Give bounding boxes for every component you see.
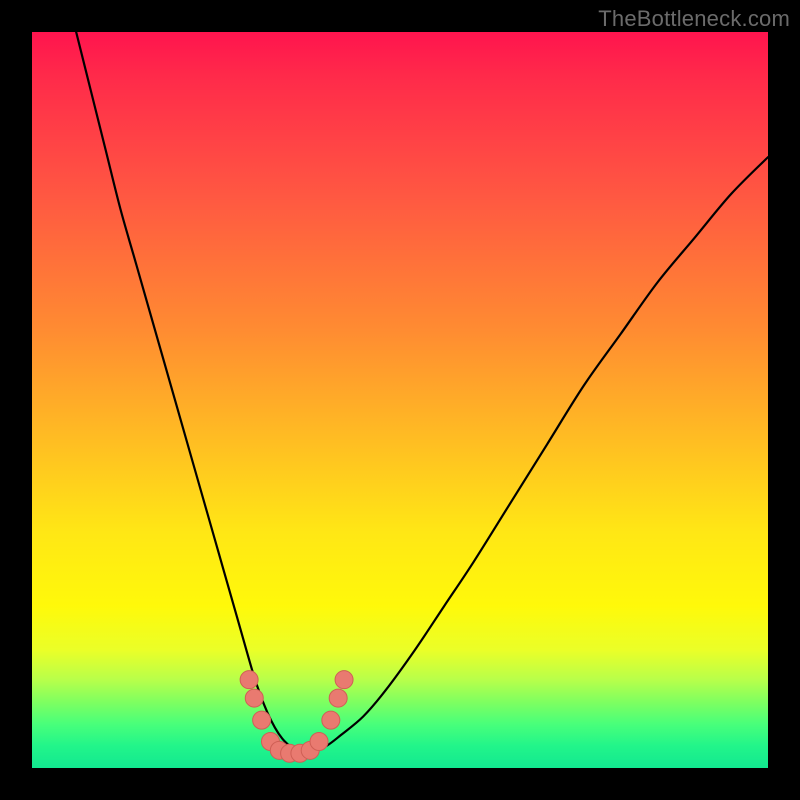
curve-marker [329, 689, 347, 707]
curve-marker [310, 733, 328, 751]
curve-markers [240, 671, 353, 763]
plot-area [32, 32, 768, 768]
curve-marker [253, 711, 271, 729]
curve-line [76, 32, 768, 753]
curve-marker [335, 671, 353, 689]
watermark-text: TheBottleneck.com [598, 6, 790, 32]
chart-svg [32, 32, 768, 768]
curve-marker [245, 689, 263, 707]
curve-marker [322, 711, 340, 729]
chart-frame: TheBottleneck.com [0, 0, 800, 800]
curve-marker [240, 671, 258, 689]
